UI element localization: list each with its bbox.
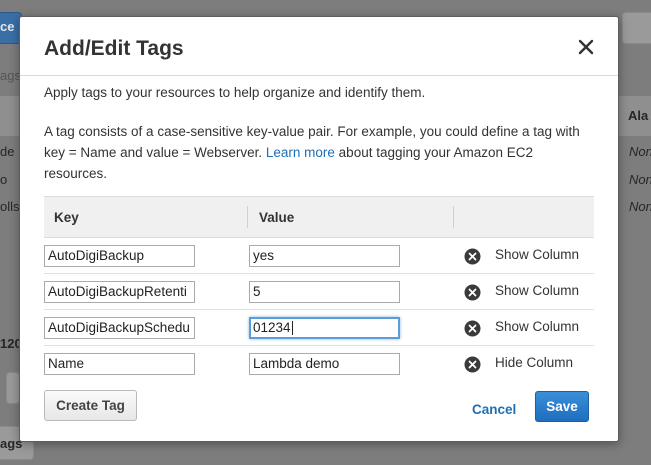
- background-row-value: Non: [629, 199, 651, 214]
- tags-table-header: Key Value: [44, 196, 594, 238]
- remove-tag-icon[interactable]: [464, 356, 481, 373]
- cancel-button[interactable]: Cancel: [472, 402, 516, 417]
- table-row: Name Lambda demo Hide Column: [44, 346, 594, 382]
- remove-tag-icon[interactable]: [464, 248, 481, 265]
- save-button[interactable]: Save: [535, 391, 589, 422]
- background-tab-label: ags: [0, 68, 21, 83]
- background-row-value: Non: [629, 144, 651, 159]
- background-row-fragment: o: [0, 172, 8, 187]
- key-column-header: Key: [54, 210, 79, 225]
- close-icon: [578, 39, 594, 55]
- table-row: AutoDigiBackup yes Show Column: [44, 238, 594, 274]
- column-toggle-link[interactable]: Show Column: [495, 319, 579, 334]
- column-toggle-link[interactable]: Show Column: [495, 247, 579, 262]
- column-toggle-link[interactable]: Show Column: [495, 283, 579, 298]
- column-toggle-link[interactable]: Hide Column: [495, 355, 573, 370]
- background-primary-button-label: ce: [0, 19, 15, 34]
- value-column-header: Value: [259, 210, 295, 225]
- dialog-description: A tag consists of a case-sensitive key-v…: [44, 121, 599, 184]
- background-row-fragment: olls: [0, 199, 20, 214]
- remove-tag-icon[interactable]: [464, 284, 481, 301]
- column-divider: [247, 206, 248, 228]
- dialog-intro: Apply tags to your resources to help org…: [44, 85, 426, 100]
- background-small-button: [6, 372, 20, 404]
- dialog-header: Add/Edit Tags: [20, 17, 618, 76]
- remove-tag-icon[interactable]: [464, 320, 481, 337]
- learn-more-link[interactable]: Learn more: [266, 145, 335, 160]
- tag-key-input[interactable]: Name: [44, 353, 195, 375]
- dialog-title: Add/Edit Tags: [44, 37, 184, 60]
- table-row: AutoDigiBackupSchedu 01234 Show Column: [44, 310, 594, 346]
- tag-value-input-focused[interactable]: 01234: [249, 317, 400, 339]
- text-cursor: [291, 321, 293, 336]
- tags-table: Key Value AutoDigiBackup yes Show Column…: [44, 196, 594, 382]
- tag-key-input[interactable]: AutoDigiBackup: [44, 245, 195, 267]
- tag-key-input[interactable]: AutoDigiBackupSchedu: [44, 317, 195, 339]
- create-tag-button[interactable]: Create Tag: [44, 390, 137, 421]
- background-column-header: Ala: [628, 108, 649, 123]
- add-edit-tags-dialog: Add/Edit Tags Apply tags to your resourc…: [19, 16, 619, 442]
- background-row-value: Non: [629, 172, 651, 187]
- tag-value-input[interactable]: yes: [249, 245, 400, 267]
- background-table-header: [0, 96, 19, 136]
- tag-value-input[interactable]: Lambda demo: [249, 353, 400, 375]
- background-row-fragment: de: [0, 144, 15, 159]
- background-toolbar-button: [622, 12, 651, 44]
- table-row: AutoDigiBackupRetenti 5 Show Column: [44, 274, 594, 310]
- close-button[interactable]: [576, 37, 596, 57]
- column-divider: [453, 206, 454, 228]
- tag-value-input[interactable]: 5: [249, 281, 400, 303]
- tag-key-input[interactable]: AutoDigiBackupRetenti: [44, 281, 195, 303]
- tag-value-text: 01234: [253, 320, 291, 335]
